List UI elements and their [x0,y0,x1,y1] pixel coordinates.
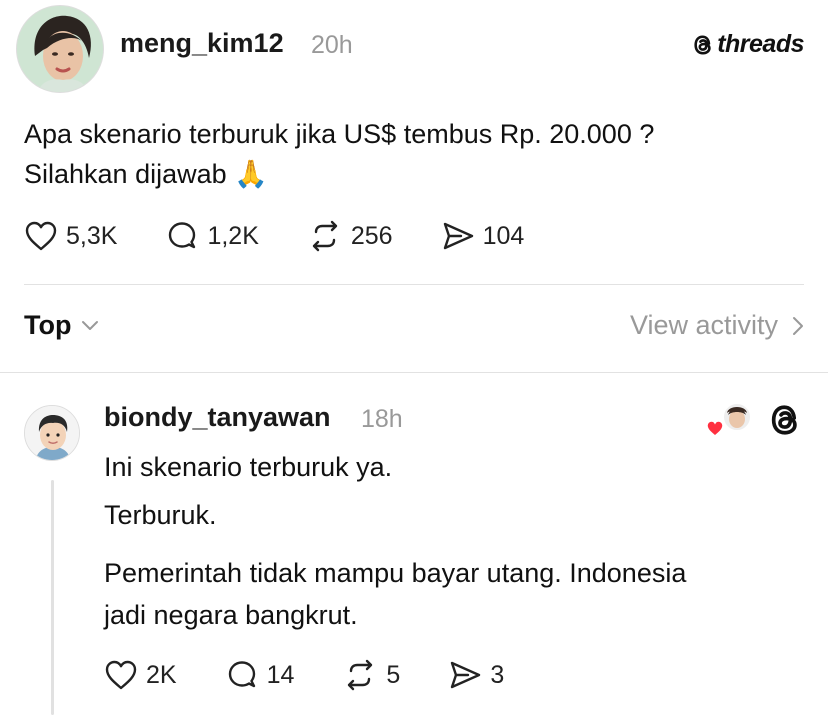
reply-count: 14 [266,660,295,689]
like-button[interactable]: 5,3K [24,220,117,252]
reply-timestamp: 18h [361,405,403,433]
repost-icon [312,220,338,252]
threads-icon [694,34,711,55]
avatar[interactable] [24,405,80,461]
sort-label: Top [24,310,72,340]
post-timestamp: 20h [311,31,353,59]
avatar[interactable] [16,5,104,93]
thread-connector-line [51,480,54,715]
reply-actions: 2K 14 5 3 [104,659,552,691]
repost-count: 5 [386,660,401,689]
heart-icon [105,660,137,690]
comment-icon [228,661,255,688]
chevron-down-icon [82,320,99,330]
repost-button[interactable]: 256 [307,220,393,252]
share-count: 104 [482,221,525,250]
repost-icon [348,659,373,691]
divider [24,284,804,285]
sort-dropdown[interactable]: Top [24,310,99,341]
threads-logo: threads [692,30,804,59]
share-icon [451,661,481,689]
reply-button[interactable]: 14 [225,659,295,691]
comment-icon [169,222,196,249]
reply-button[interactable]: 1,2K [165,220,259,252]
chevron-right-icon [793,316,803,335]
post-actions: 5,3K 1,2K 256 104 [24,220,572,252]
post-text-line2: Silahkan dijawab [24,159,227,189]
view-activity-link[interactable]: View activity [630,310,804,341]
view-activity-label: View activity [629,310,778,340]
reply-username[interactable]: biondy_tanyawan [104,402,331,433]
share-button[interactable]: 104 [441,220,525,252]
threads-icon[interactable] [768,401,802,444]
like-count: 5,3K [66,221,118,250]
like-count: 2K [146,660,177,689]
repost-count: 256 [350,221,393,250]
post-text: Apa skenario terburuk jika US$ tembus Rp… [24,114,804,194]
post-username[interactable]: meng_kim12 [120,28,284,59]
like-button[interactable]: 2K [104,659,177,691]
pray-emoji: 🙏 [234,159,268,189]
reply-text-line: jadi negara bangkrut. [104,600,358,630]
sort-bar: Top View activity [24,306,804,350]
repost-button[interactable]: 5 [342,659,400,691]
reply-item: biondy_tanyawan 18h Ini skenario terburu… [0,373,828,715]
share-count: 3 [490,660,505,689]
heart-icon [25,221,57,251]
reply-text-line: Terburuk. [104,500,217,530]
reply-text-line: Pemerintah tidak mampu bayar utang. Indo… [104,558,687,588]
post-text-line: Silahkan dijawab 🙏 [24,154,804,194]
reply-text-line: Ini skenario terburuk ya. [104,452,393,482]
post-text-line: Apa skenario terburuk jika US$ tembus Rp… [24,119,655,149]
heart-icon [706,420,724,437]
reply-count: 1,2K [207,221,259,250]
share-button[interactable]: 3 [448,659,504,691]
liked-by-author-badge [706,401,754,441]
share-icon [443,222,473,250]
threads-wordmark: threads [717,30,804,58]
